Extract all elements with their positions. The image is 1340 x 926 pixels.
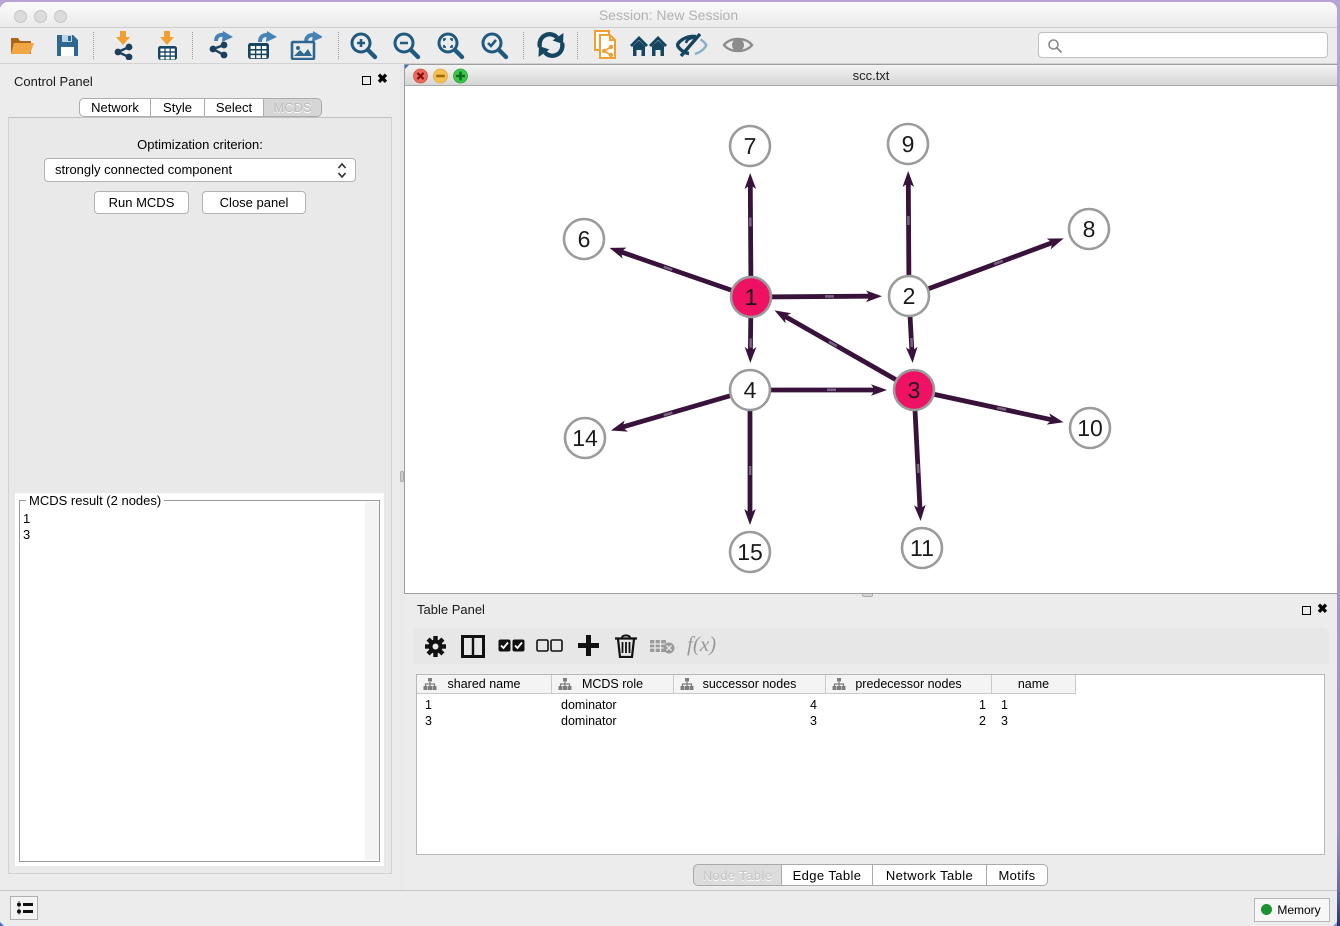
svg-text:11: 11: [910, 535, 934, 561]
svg-text:10: 10: [1077, 415, 1103, 441]
svg-text:8: 8: [1083, 216, 1096, 242]
svg-text:3: 3: [908, 377, 921, 403]
svg-text:2: 2: [903, 283, 916, 309]
svg-text:6: 6: [578, 226, 591, 252]
svg-text:14: 14: [572, 425, 598, 451]
svg-text:4: 4: [744, 377, 757, 403]
svg-text:9: 9: [902, 131, 915, 157]
svg-text:15: 15: [737, 539, 763, 565]
svg-text:1: 1: [745, 284, 758, 310]
svg-text:7: 7: [744, 133, 757, 159]
